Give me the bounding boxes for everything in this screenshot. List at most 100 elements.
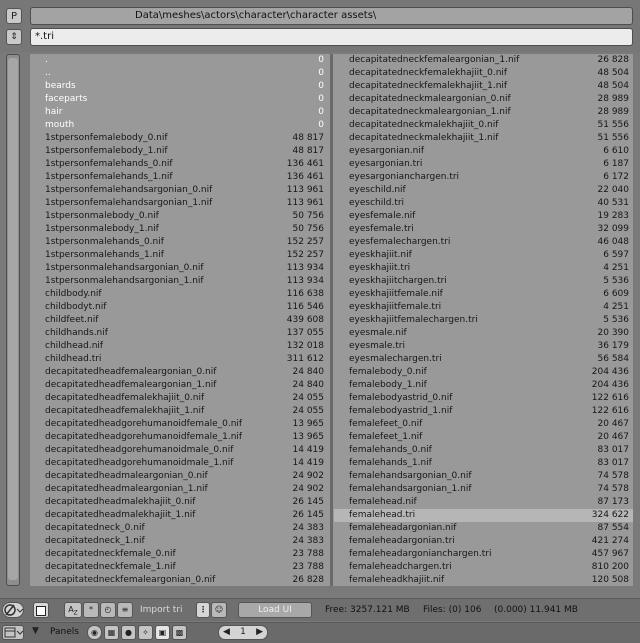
sort-alpha-icon[interactable]: AZ <box>64 602 82 618</box>
file-row[interactable]: 1stpersonfemalehands_0.nif 136 461 <box>30 158 328 171</box>
file-row[interactable]: decapitatedneckfemale_0.nif 23 788 <box>30 548 328 561</box>
file-row[interactable]: decapitatedheadgorehumanoidfemale_1.nif 1… <box>30 431 328 444</box>
fullscreen-toggle-icon[interactable] <box>33 602 49 618</box>
file-row[interactable]: femaleheadargonian.nif 87 554 <box>334 522 633 535</box>
file-row[interactable]: femalefeet_1.nif 20 467 <box>334 431 633 444</box>
file-row[interactable]: femalehands_0.nif 83 017 <box>334 444 633 457</box>
file-row[interactable]: 1stpersonmalehandsargonian_1.nif 113 934 <box>30 275 328 288</box>
parent-dir-button[interactable]: P <box>6 8 22 24</box>
file-row[interactable]: femaleheadargonianchargen.tri 457 967 <box>334 548 633 561</box>
file-row[interactable]: femalebodyastrid_0.nif 122 616 <box>334 392 633 405</box>
file-row[interactable]: decapitatedneckmalekhajiit_1.nif 51 556 <box>334 132 633 145</box>
file-row[interactable]: eyesargonianchargen.tri 6 172 <box>334 171 633 184</box>
thumbnail-ghost-icon[interactable]: ☺ <box>211 602 227 618</box>
file-row[interactable]: childhands.nif 137 055 <box>30 327 328 340</box>
shading-icon[interactable]: ● <box>121 625 136 640</box>
sort-toggle-button[interactable]: ⇕ <box>6 29 22 45</box>
file-row[interactable]: femalehandsargonian_0.nif 74 578 <box>334 470 633 483</box>
file-row[interactable]: femaleheadchargen.tri 810 200 <box>334 561 633 574</box>
file-row[interactable]: childbody.nif 116 638 <box>30 288 328 301</box>
file-row[interactable]: decapitatedneckfemaleargonian_0.nif 26 82… <box>30 574 328 586</box>
scrollbar-thumb[interactable] <box>8 58 18 580</box>
file-row[interactable]: eyeschild.nif 22 040 <box>334 184 633 197</box>
file-row[interactable]: decapitatedheadgorehumanoidmale_1.nif 14 … <box>30 457 328 470</box>
sort-size-icon[interactable]: ≡ <box>117 602 133 618</box>
file-row[interactable]: eyesmale.tri 36 179 <box>334 340 633 353</box>
panel-page-stepper[interactable]: ◀ 1 ▶ <box>218 625 268 640</box>
file-row[interactable]: decapitatedheadfemalekhajiit_0.nif 24 055 <box>30 392 328 405</box>
window-type-menu-icon[interactable] <box>2 602 24 618</box>
sort-extension-icon[interactable]: * <box>83 602 99 618</box>
scene-icon[interactable]: ▩ <box>172 625 187 640</box>
file-row[interactable]: femalehead.tri 324 622 <box>334 509 633 522</box>
file-row[interactable]: decapitatedneckfemalekhajiit_1.nif 48 504 <box>334 80 633 93</box>
file-row[interactable]: childfeet.nif 439 608 <box>30 314 328 327</box>
file-row[interactable]: childhead.tri 311 612 <box>30 353 328 366</box>
file-row[interactable]: eyesfemalechargen.tri 46 048 <box>334 236 633 249</box>
object-icon[interactable]: ✧ <box>138 625 153 640</box>
file-row[interactable]: 1stpersonfemalehandsargonian_0.nif 113 96… <box>30 184 328 197</box>
collapse-triangle-icon[interactable]: ▼ <box>32 626 39 636</box>
file-row[interactable]: decapitatedheadgorehumanoidfemale_0.nif 1… <box>30 418 328 431</box>
hide-dot-files-icon[interactable]: ⋮ <box>196 602 210 618</box>
file-row[interactable]: 1stpersonmalebody_0.nif 50 756 <box>30 210 328 223</box>
file-row[interactable]: decapitatedheadmaleargonian_1.nif 24 902 <box>30 483 328 496</box>
file-row[interactable]: decapitatedheadgorehumanoidmale_0.nif 14 … <box>30 444 328 457</box>
script-icon[interactable]: ▦ <box>104 625 119 640</box>
file-row[interactable]: decapitatedneckfemalekhajiit_0.nif 48 504 <box>334 67 633 80</box>
file-row[interactable]: decapitatedheadmalekhajiit_1.nif 26 145 <box>30 509 328 522</box>
file-row[interactable]: childbodyt.nif 116 546 <box>30 301 328 314</box>
window-type-menu-icon[interactable] <box>2 625 24 640</box>
file-row[interactable]: 1stpersonmalehands_0.nif 152 257 <box>30 236 328 249</box>
file-row[interactable]: eyeskhajiitchargen.tri 5 536 <box>334 275 633 288</box>
file-row[interactable]: decapitatedneckfemale_1.nif 23 788 <box>30 561 328 574</box>
file-row[interactable]: femalebodyastrid_1.nif 122 616 <box>334 405 633 418</box>
directory-row[interactable]: .. 0 <box>30 67 328 80</box>
file-row[interactable]: decapitatedneckmaleargonian_0.nif 28 989 <box>334 93 633 106</box>
panels-menu[interactable]: Panels <box>50 627 79 637</box>
file-row[interactable]: decapitatedneck_0.nif 24 383 <box>30 522 328 535</box>
file-row[interactable]: decapitatedneckmaleargonian_1.nif 28 989 <box>334 106 633 119</box>
file-row[interactable]: femaleheadkhajiit.nif 120 508 <box>334 574 633 586</box>
logic-icon[interactable]: ◉ <box>87 625 102 640</box>
import-tri-button[interactable]: Import tri <box>140 605 182 615</box>
file-row[interactable]: 1stpersonfemalebody_0.nif 48 817 <box>30 132 328 145</box>
file-row[interactable]: eyesmalechargen.tri 56 584 <box>334 353 633 366</box>
file-row[interactable]: femalebody_1.nif 204 436 <box>334 379 633 392</box>
file-row[interactable]: eyesargonian.nif 6 610 <box>334 145 633 158</box>
list-scrollbar[interactable] <box>6 54 20 586</box>
file-row[interactable]: eyeskhajiitfemale.nif 6 609 <box>334 288 633 301</box>
file-row[interactable]: decapitatedheadfemaleargonian_0.nif 24 84… <box>30 366 328 379</box>
filename-filter-field[interactable]: *.tri <box>30 28 633 46</box>
file-row[interactable]: eyesfemale.tri 32 099 <box>334 223 633 236</box>
file-row[interactable]: femalehands_1.nif 83 017 <box>334 457 633 470</box>
file-row[interactable]: eyesfemale.nif 19 283 <box>334 210 633 223</box>
directory-row[interactable]: mouth 0 <box>30 119 328 132</box>
file-row[interactable]: decapitatedneckfemaleargonian_1.nif 26 82… <box>334 54 633 67</box>
directory-row[interactable]: hair 0 <box>30 106 328 119</box>
directory-row[interactable]: beards 0 <box>30 80 328 93</box>
file-row[interactable]: decapitatedheadmaleargonian_0.nif 24 902 <box>30 470 328 483</box>
file-row[interactable]: childhead.nif 132 018 <box>30 340 328 353</box>
file-row[interactable]: 1stpersonmalebody_1.nif 50 756 <box>30 223 328 236</box>
file-row[interactable]: femalefeet_0.nif 20 467 <box>334 418 633 431</box>
file-row[interactable]: 1stpersonfemalehands_1.nif 136 461 <box>30 171 328 184</box>
file-row[interactable]: decapitatedneck_1.nif 24 383 <box>30 535 328 548</box>
file-row[interactable]: decapitatedneckmalekhajiit_0.nif 51 556 <box>334 119 633 132</box>
file-row[interactable]: femaleheadargonian.tri 421 274 <box>334 535 633 548</box>
sort-time-icon[interactable]: ◴ <box>100 602 116 618</box>
file-row[interactable]: femalebody_0.nif 204 436 <box>334 366 633 379</box>
file-row[interactable]: eyeskhajiit.tri 4 251 <box>334 262 633 275</box>
file-row[interactable]: eyesargonian.tri 6 187 <box>334 158 633 171</box>
file-row[interactable]: femalehead.nif 87 173 <box>334 496 633 509</box>
file-row[interactable]: 1stpersonmalehandsargonian_0.nif 113 934 <box>30 262 328 275</box>
file-row[interactable]: 1stpersonfemalehandsargonian_1.nif 113 96… <box>30 197 328 210</box>
file-row[interactable]: eyeskhajiitfemalechargen.tri 5 536 <box>334 314 633 327</box>
directory-path-field[interactable]: Data\meshes\actors\character\character a… <box>30 7 633 25</box>
directory-row[interactable]: faceparts 0 <box>30 93 328 106</box>
file-row[interactable]: 1stpersonfemalebody_1.nif 48 817 <box>30 145 328 158</box>
file-row[interactable]: femalehandsargonian_1.nif 74 578 <box>334 483 633 496</box>
file-row[interactable]: eyeskhajiitfemale.tri 4 251 <box>334 301 633 314</box>
file-row[interactable]: eyeschild.tri 40 531 <box>334 197 633 210</box>
file-row[interactable]: decapitatedheadfemaleargonian_1.nif 24 84… <box>30 379 328 392</box>
